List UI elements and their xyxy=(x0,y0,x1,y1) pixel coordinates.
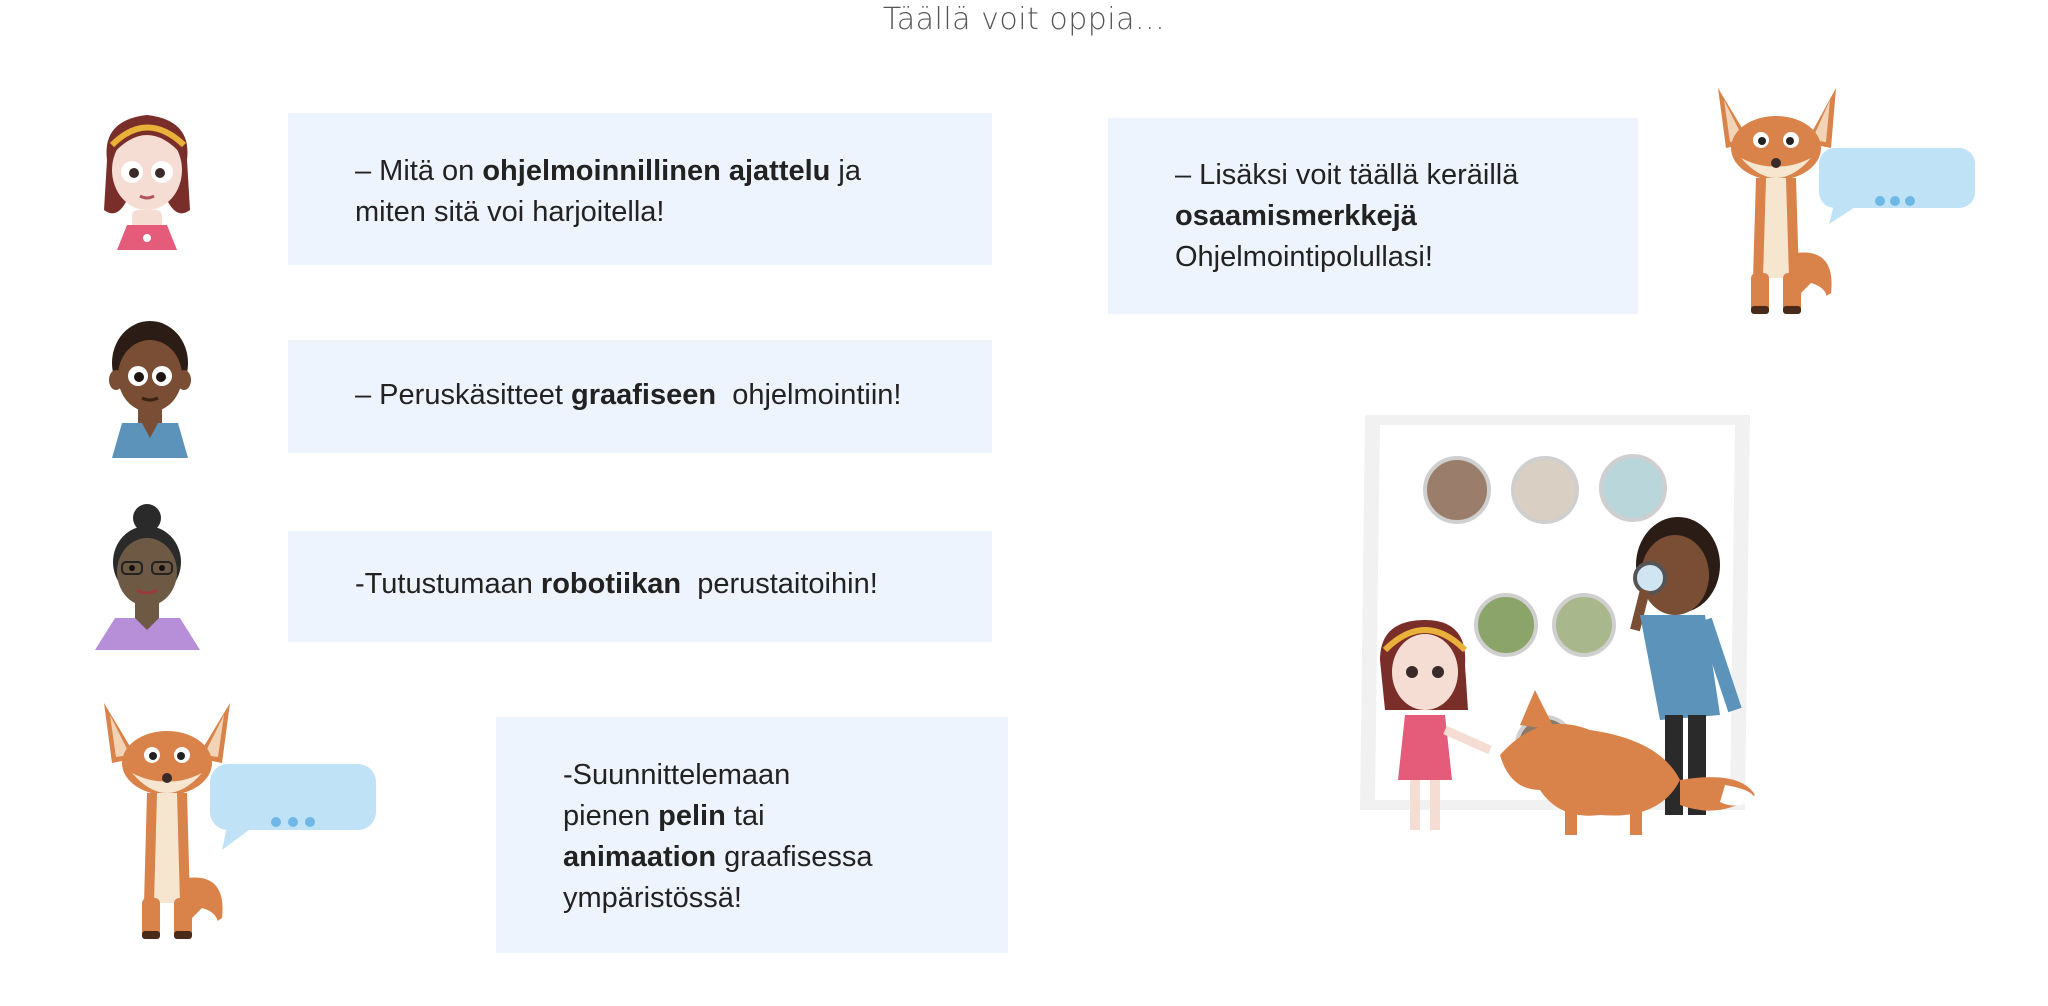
badge-board-illustration xyxy=(1360,410,1760,860)
text-segment: pienen xyxy=(563,800,659,832)
text-segment: perustaitoihin! xyxy=(681,568,878,600)
card-line: – Peruskäsitteet graafiseen ohjelmointii… xyxy=(355,375,992,416)
text-segment: ohjelmointiin! xyxy=(716,379,902,411)
text-bold: graafiseen xyxy=(571,379,717,411)
card-line: animaation graafisessa xyxy=(563,837,1008,878)
info-card-graphical-programming: – Peruskäsitteet graafiseen ohjelmointii… xyxy=(288,340,992,453)
boy-avatar xyxy=(100,308,200,458)
card-line: -Suunnittelemaan xyxy=(563,759,791,791)
card-line: pienen pelin tai xyxy=(563,796,1008,837)
text-bold: osaamismerkkejä xyxy=(1175,200,1417,232)
page-title: Täällä voit oppia... xyxy=(882,2,1166,37)
info-card-robotics: -Tutustumaan robotiikan perustaitoihin! xyxy=(288,531,992,642)
card-line: miten sitä voi harjoitella! xyxy=(355,196,665,228)
card-line: – Mitä on ohjelmoinnillinen ajattelu ja xyxy=(355,151,992,192)
text-bold: robotiikan xyxy=(540,568,682,600)
card-line: -Tutustumaan robotiikan perustaitoihin! xyxy=(355,564,992,605)
info-card-game-animation: -Suunnittelemaan pienen pelin tai animaa… xyxy=(496,717,1008,953)
card-line: Ohjelmointipolullasi! xyxy=(1175,241,1433,273)
girl-avatar xyxy=(92,100,202,250)
card-line: ympäristössä! xyxy=(563,882,742,914)
speech-bubble-right xyxy=(1817,146,1977,226)
text-segment: tai xyxy=(725,800,765,832)
text-segment: – Peruskäsitteet xyxy=(355,379,571,411)
text-segment: -Tutustumaan xyxy=(355,568,541,600)
text-bold: ohjelmoinnillinen ajattelu xyxy=(482,155,831,187)
text-segment: ja xyxy=(830,155,862,187)
info-card-badges: – Lisäksi voit täällä keräillä osaamisme… xyxy=(1108,118,1638,314)
text-bold: animaation xyxy=(563,841,717,873)
woman-avatar xyxy=(90,500,200,650)
text-bold: pelin xyxy=(658,800,726,832)
speech-bubble-left xyxy=(208,762,378,852)
info-card-computational-thinking: – Mitä on ohjelmoinnillinen ajattelu ja … xyxy=(288,113,992,265)
text-segment: graafisessa xyxy=(716,841,873,873)
text-segment: – Mitä on xyxy=(355,155,483,187)
card-line: – Lisäksi voit täällä keräillä xyxy=(1175,159,1519,191)
